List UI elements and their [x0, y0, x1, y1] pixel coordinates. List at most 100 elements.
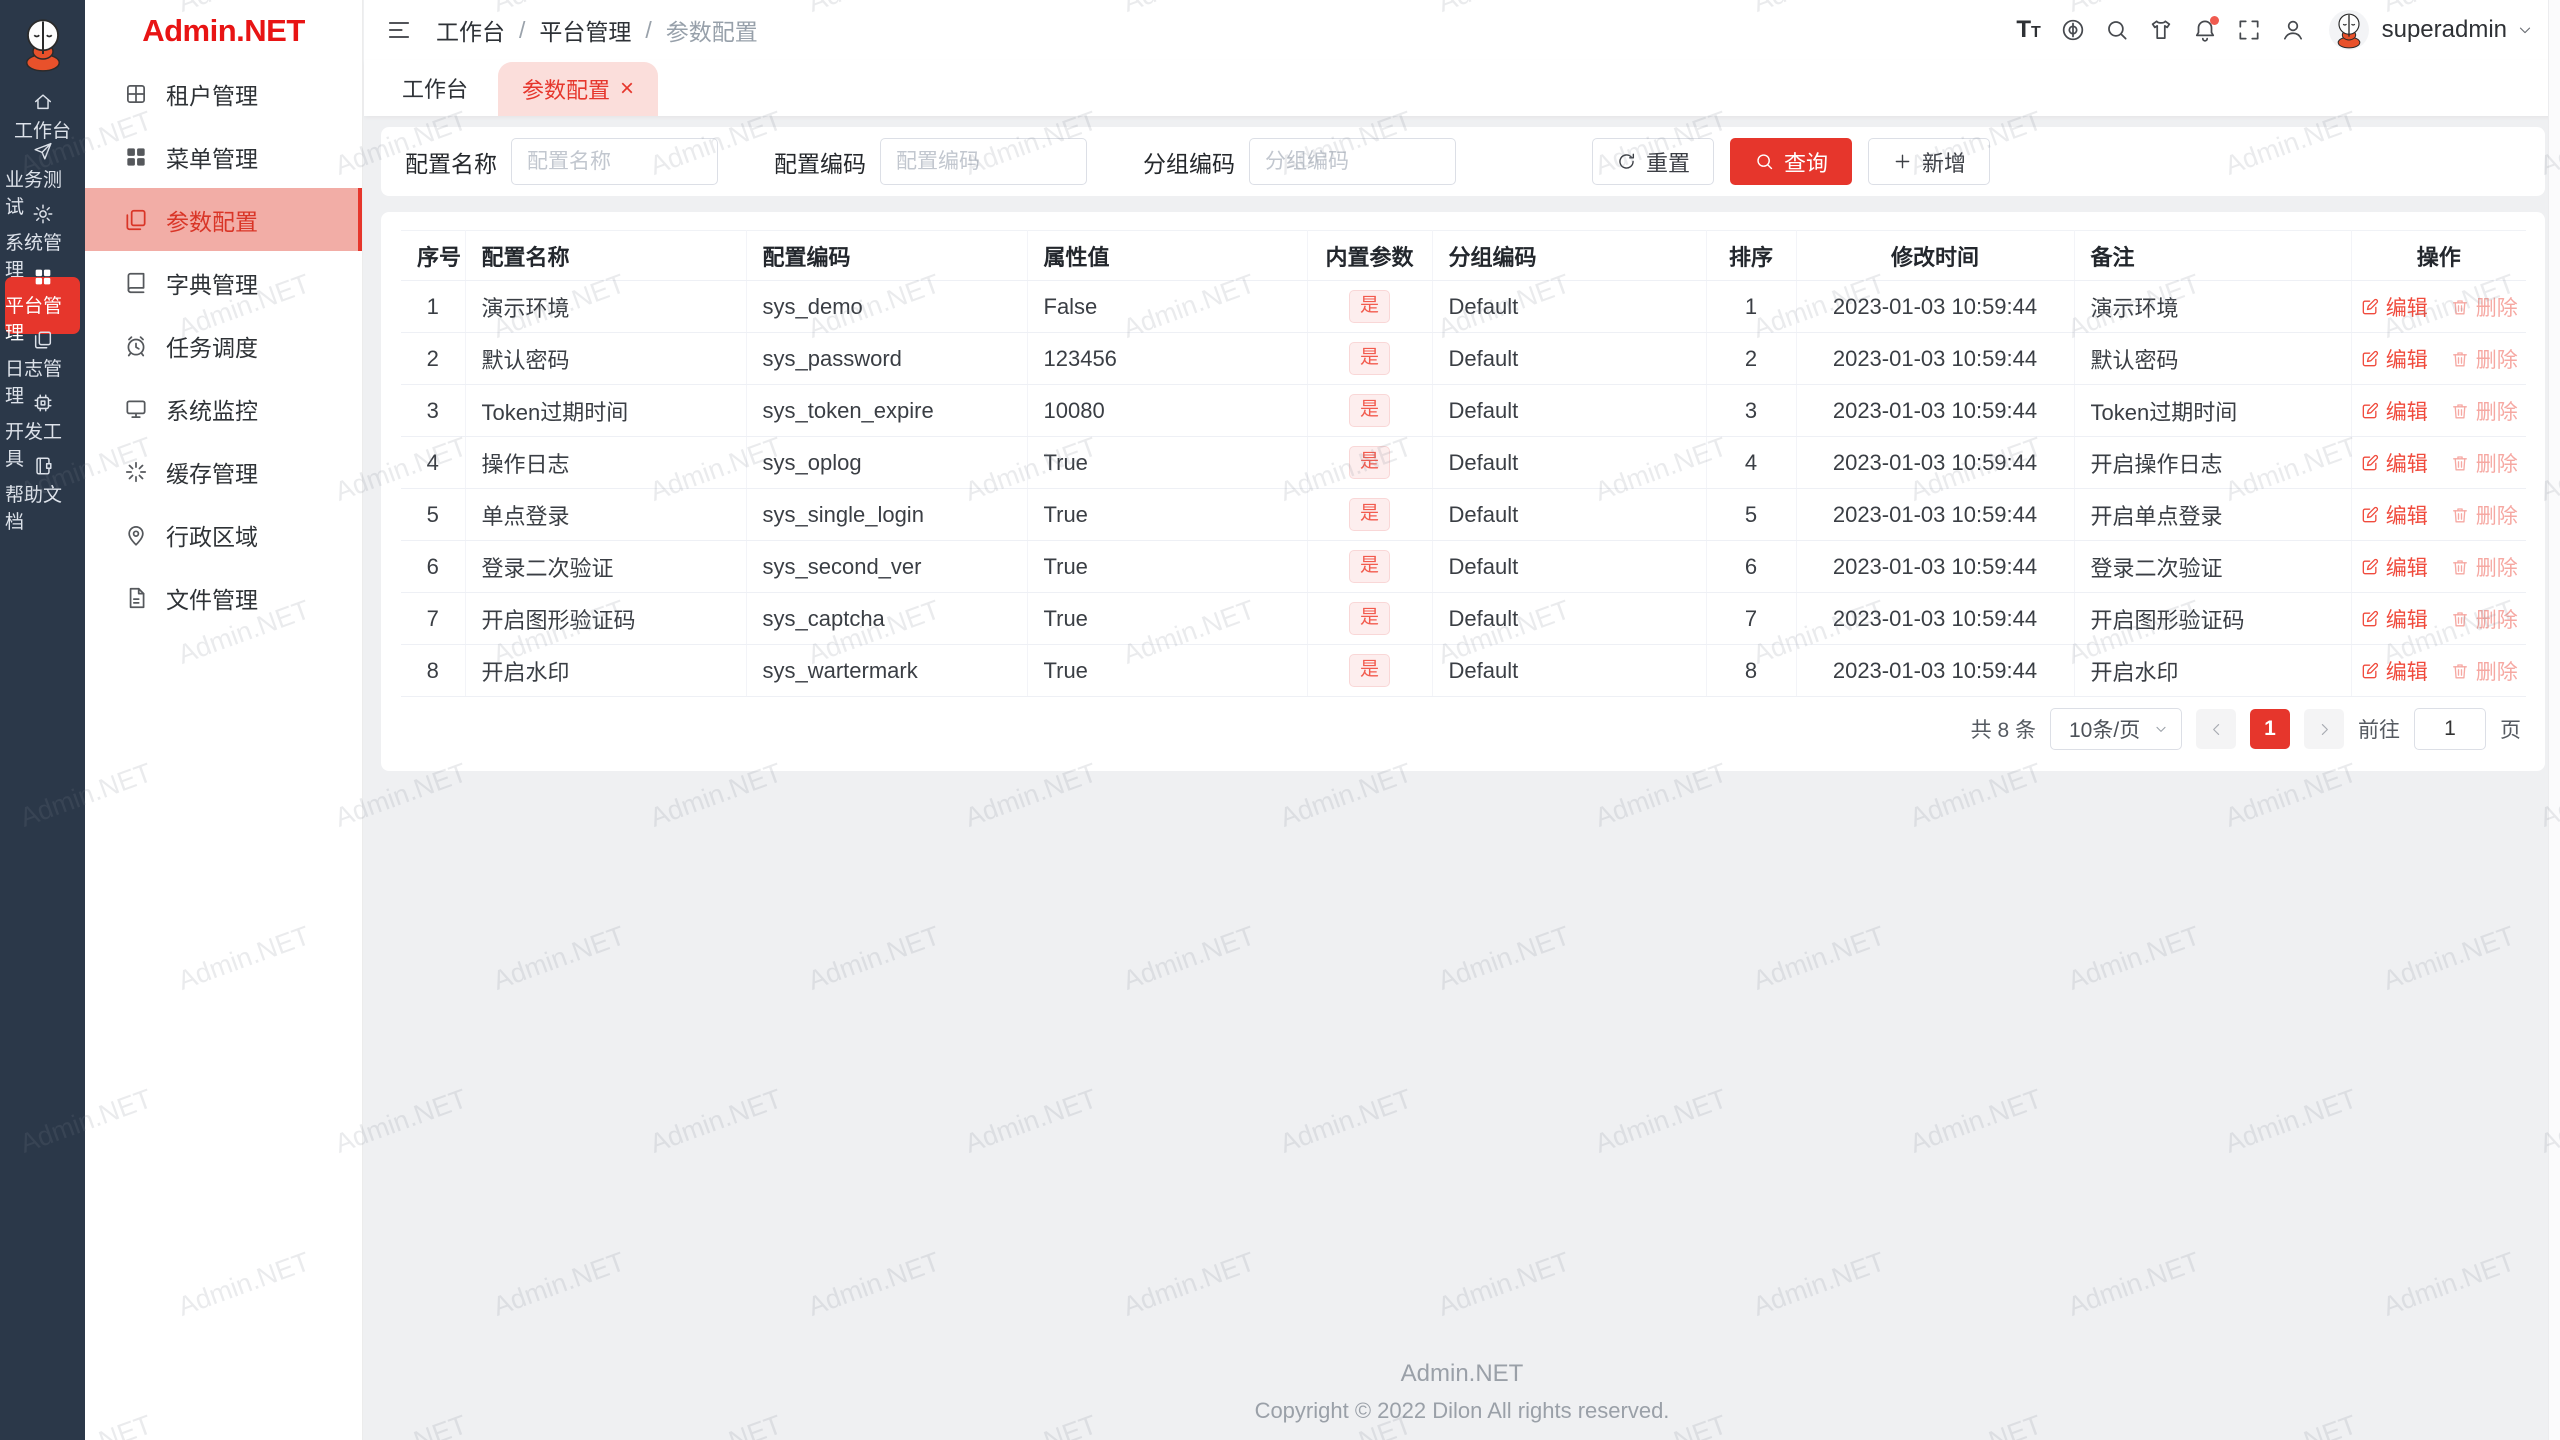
builtin-badge: 是: [1348, 446, 1390, 479]
sidebar-item-文件管理[interactable]: 文件管理: [85, 566, 362, 629]
edit-button[interactable]: 编辑: [2360, 656, 2428, 686]
cell-code: sys_captcha: [746, 592, 1028, 645]
edit-button[interactable]: 编辑: [2360, 500, 2428, 530]
cell-value: True: [1027, 540, 1308, 593]
notifications-button[interactable]: [2183, 8, 2227, 52]
send-icon: [32, 140, 54, 162]
add-button[interactable]: 新增: [1868, 138, 1991, 185]
tab-param-config[interactable]: 参数配置 ×: [498, 62, 659, 116]
cell-value: True: [1027, 488, 1308, 541]
cell-name: 开启图形验证码: [465, 592, 747, 645]
rail-item-系统管理[interactable]: 系统管理: [5, 214, 80, 281]
collapse-menu-button[interactable]: [386, 15, 416, 45]
row-actions: 编辑 删除: [2368, 281, 2518, 332]
cell-name: Token过期时间: [465, 384, 747, 437]
edit-button[interactable]: 编辑: [2360, 604, 2428, 634]
cell-sort: 3: [1706, 384, 1797, 437]
cell-index: 1: [401, 280, 466, 333]
delete-button[interactable]: 删除: [2450, 344, 2518, 374]
sidebar-item-行政区域[interactable]: 行政区域: [85, 503, 362, 566]
breadcrumb: 工作台 / 平台管理 / 参数配置: [436, 13, 758, 47]
fullscreen-button[interactable]: [2227, 8, 2271, 52]
cell-name: 登录二次验证: [465, 540, 747, 593]
sidebar-item-系统监控[interactable]: 系统监控: [85, 377, 362, 440]
column-header: 序号: [401, 230, 466, 281]
font-size-icon: TT: [2016, 16, 2041, 43]
rail-item-日志管理[interactable]: 日志管理: [5, 340, 80, 407]
cell-value: 123456: [1027, 332, 1308, 385]
edit-button[interactable]: 编辑: [2360, 552, 2428, 582]
next-page-button[interactable]: [2304, 709, 2344, 749]
filter-label: 配置编码: [774, 150, 866, 177]
group-code-input[interactable]: [1249, 138, 1456, 185]
profile-button[interactable]: [2271, 8, 2315, 52]
cell-actions: 编辑 删除: [2351, 592, 2526, 645]
sidebar-item-字典管理[interactable]: 字典管理: [85, 251, 362, 314]
close-tab-icon[interactable]: ×: [620, 77, 634, 101]
delete-button[interactable]: 删除: [2450, 448, 2518, 478]
breadcrumb-item[interactable]: 工作台: [436, 13, 505, 47]
sidebar-item-任务调度[interactable]: 任务调度: [85, 314, 362, 377]
cell-actions: 编辑 删除: [2351, 488, 2526, 541]
delete-button[interactable]: 删除: [2450, 500, 2518, 530]
column-header: 操作: [2351, 230, 2526, 281]
font-size-button[interactable]: TT: [2007, 8, 2051, 52]
config-name-input[interactable]: [511, 138, 718, 185]
delete-button[interactable]: 删除: [2450, 552, 2518, 582]
rail-item-工作台[interactable]: 工作台: [5, 88, 80, 145]
tab-workbench[interactable]: 工作台: [402, 72, 468, 104]
cell-time: 2023-01-03 10:59:44: [1796, 332, 2075, 385]
rail-item-业务测试[interactable]: 业务测试: [5, 151, 80, 218]
delete-button[interactable]: 删除: [2450, 656, 2518, 686]
cell-value: True: [1027, 644, 1308, 697]
edit-button[interactable]: 编辑: [2360, 396, 2428, 426]
page-number-current[interactable]: 1: [2250, 709, 2290, 749]
rail-item-开发工具[interactable]: 开发工具: [5, 403, 80, 470]
sidebar-item-租户管理[interactable]: 租户管理: [85, 62, 362, 125]
rail-item-帮助文档[interactable]: 帮助文档: [5, 466, 80, 533]
cell-index: 8: [401, 644, 466, 697]
goto-page-input[interactable]: [2414, 708, 2486, 750]
footer-copyright: Copyright © 2022 Dilon All rights reserv…: [1254, 1398, 1670, 1423]
trash-icon: [2450, 453, 2470, 473]
delete-button[interactable]: 删除: [2450, 292, 2518, 322]
sidebar-item-缓存管理[interactable]: 缓存管理: [85, 440, 362, 503]
sidebar-item-参数配置[interactable]: 参数配置: [85, 188, 362, 251]
chevron-right-icon: [2316, 721, 2333, 738]
cell-group: Default: [1432, 436, 1707, 489]
cell-sort: 8: [1706, 644, 1797, 697]
sidebar-item-菜单管理[interactable]: 菜单管理: [85, 125, 362, 188]
builtin-badge: 是: [1348, 290, 1390, 323]
delete-button[interactable]: 删除: [2450, 396, 2518, 426]
edit-button[interactable]: 编辑: [2360, 292, 2428, 322]
filter-label: 配置名称: [405, 150, 497, 177]
config-code-input[interactable]: [880, 138, 1087, 185]
edit-button[interactable]: 编辑: [2360, 344, 2428, 374]
cell-remark: 登录二次验证: [2074, 540, 2352, 593]
delete-button[interactable]: 删除: [2450, 604, 2518, 634]
app-logo[interactable]: [0, 0, 85, 88]
tabs-bar: 工作台 参数配置 ×: [364, 60, 2560, 116]
refresh-icon: [1616, 151, 1637, 172]
person-icon: [2280, 17, 2306, 43]
page-size-select[interactable]: 10条/页: [2050, 708, 2182, 750]
cell-value: True: [1027, 592, 1308, 645]
chevron-left-icon: [2208, 721, 2225, 738]
search-button[interactable]: [2095, 8, 2139, 52]
sidebar-item-label: 缓存管理: [166, 460, 258, 487]
mascot-logo-icon: [13, 14, 73, 74]
breadcrumb-item[interactable]: 平台管理: [539, 13, 631, 47]
topbar: 工作台 / 平台管理 / 参数配置 TT superadmin: [364, 0, 2560, 60]
query-button[interactable]: 查询: [1730, 138, 1853, 185]
language-button[interactable]: [2051, 8, 2095, 52]
user-menu[interactable]: superadmin: [2315, 10, 2534, 50]
reset-button[interactable]: 重置: [1592, 138, 1715, 185]
edit-button[interactable]: 编辑: [2360, 448, 2428, 478]
row-actions: 编辑 删除: [2368, 333, 2518, 384]
theme-button[interactable]: [2139, 8, 2183, 52]
filter-group-code: 配置编码: [774, 138, 1087, 185]
cell-builtin: 是: [1307, 384, 1433, 437]
scrollbar-track[interactable]: [2548, 0, 2560, 1440]
prev-page-button[interactable]: [2196, 709, 2236, 749]
rail-item-平台管理[interactable]: 平台管理: [5, 277, 80, 344]
